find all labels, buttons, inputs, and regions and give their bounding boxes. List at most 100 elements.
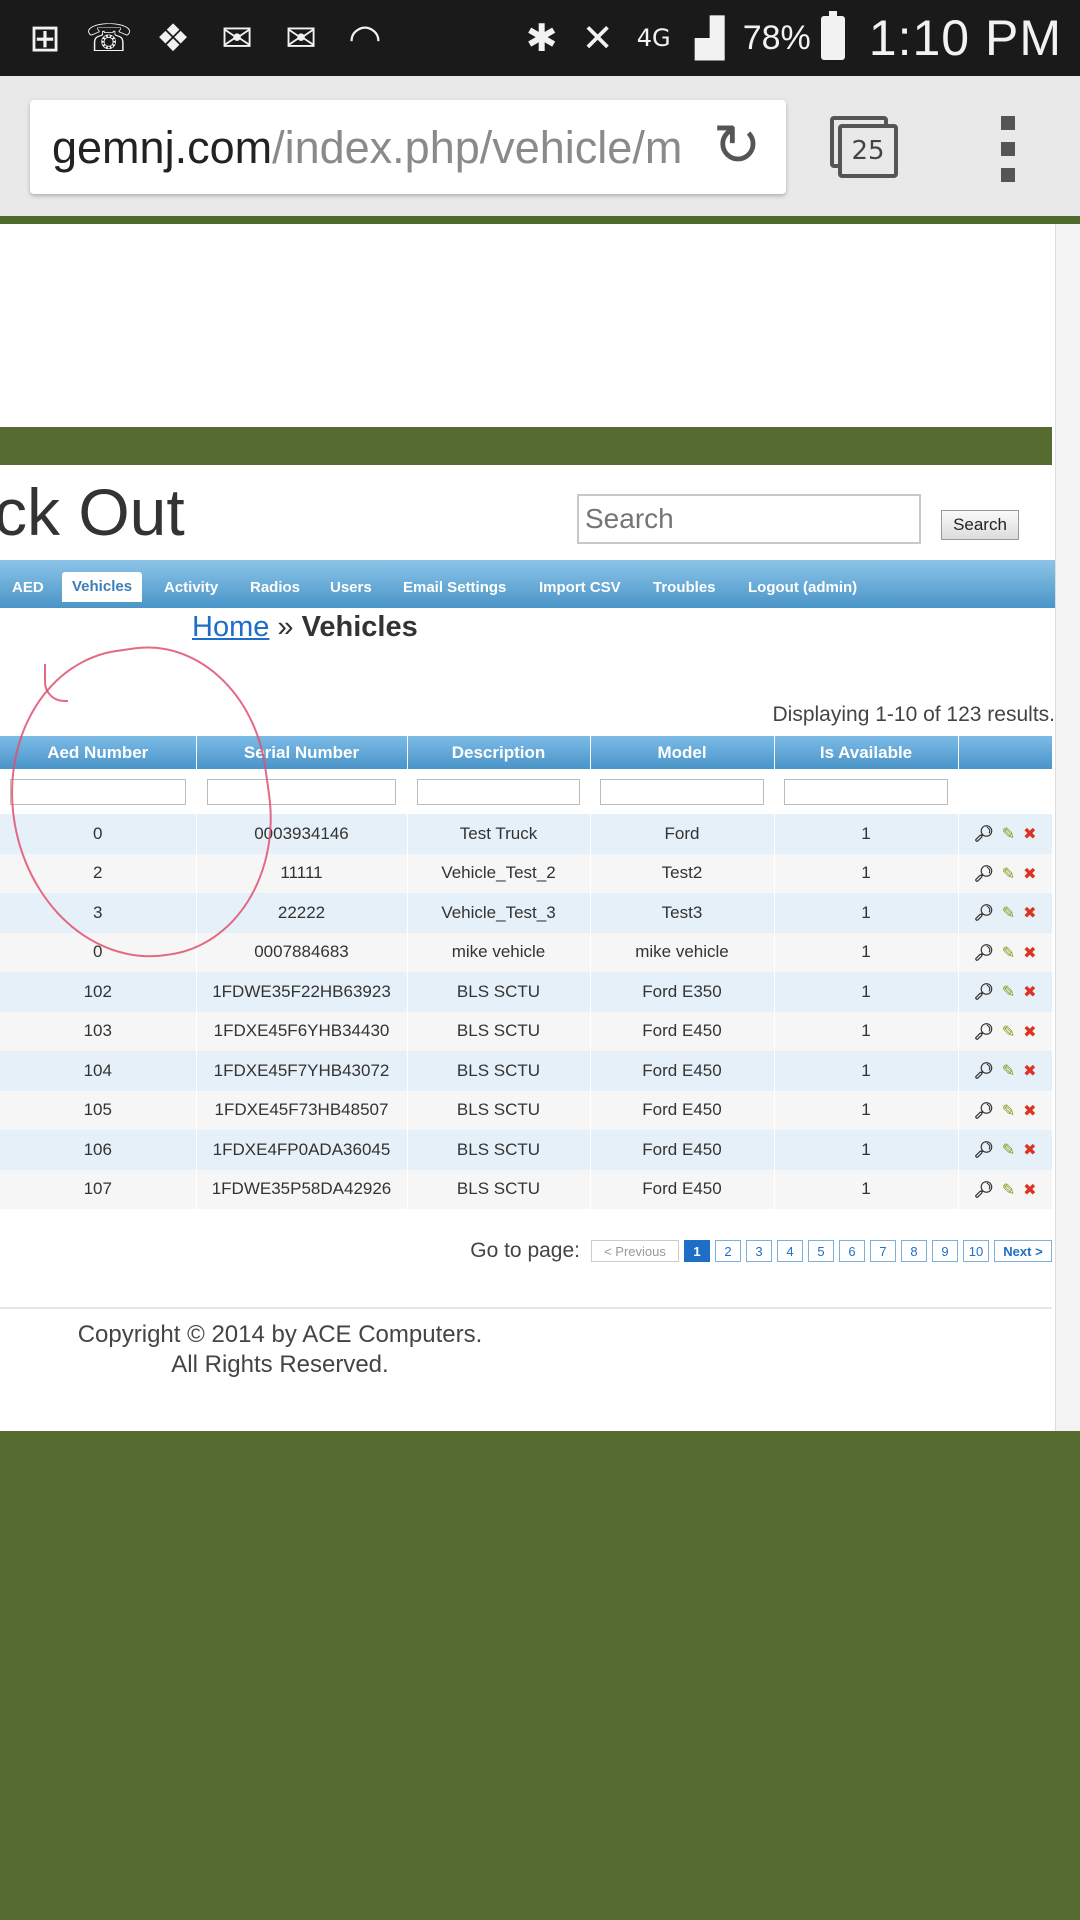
view-icon[interactable]: 🔎︎ [973, 1140, 993, 1159]
view-icon[interactable]: 🔎︎ [973, 1101, 993, 1120]
edit-pencil-icon[interactable]: ✎ [1002, 943, 1015, 962]
view-icon[interactable]: 🔎︎ [973, 1180, 993, 1199]
delete-icon[interactable]: ✖ [1023, 1061, 1036, 1080]
delete-icon[interactable]: ✖ [1023, 943, 1036, 962]
filter-model[interactable] [599, 778, 765, 805]
filter-description[interactable] [416, 778, 581, 805]
view-icon[interactable]: 🔎︎ [973, 1022, 993, 1041]
nav-aed[interactable]: AED [12, 579, 44, 596]
view-icon[interactable]: 🔎︎ [973, 903, 993, 922]
pager-page-9[interactable]: 9 [932, 1240, 958, 1262]
breadcrumb: Home » Vehicles [192, 611, 418, 644]
pager-next[interactable]: Next > [994, 1240, 1052, 1262]
row-action-group: 🔎︎ ✎ ✖ [959, 1180, 1052, 1199]
pager-page-8[interactable]: 8 [901, 1240, 927, 1262]
edit-pencil-icon[interactable]: ✎ [1002, 903, 1015, 922]
pager-label: Go to page: [470, 1239, 580, 1262]
cell-serial-number: 1FDXE45F7YHB43072 [196, 1051, 408, 1091]
pager-page-5[interactable]: 5 [808, 1240, 834, 1262]
delete-icon[interactable]: ✖ [1023, 982, 1036, 1001]
cell-aed-number: 103 [0, 1011, 197, 1051]
pager-pages: 1 2 3 4 5 6 7 8 9 10 [679, 1240, 989, 1262]
cell-model: Ford E450 [590, 1130, 775, 1170]
cell-description: Vehicle_Test_2 [407, 853, 591, 893]
header-band [0, 427, 1052, 465]
delete-icon[interactable]: ✖ [1023, 1140, 1036, 1159]
cell-model: Ford E450 [590, 1169, 775, 1209]
pager-page-3[interactable]: 3 [746, 1240, 772, 1262]
nav-activity[interactable]: Activity [164, 579, 218, 596]
breadcrumb-home-link[interactable]: Home [192, 611, 269, 643]
row-actions: 🔎︎ ✎ ✖ [958, 972, 1053, 1012]
delete-icon[interactable]: ✖ [1023, 1022, 1036, 1041]
main-nav: AED Vehicles Activity Radios Users Email… [0, 560, 1055, 608]
reload-icon[interactable]: ↻ [702, 110, 772, 180]
edit-pencil-icon[interactable]: ✎ [1002, 1061, 1015, 1080]
cell-description: BLS SCTU [407, 1051, 591, 1091]
edit-pencil-icon[interactable]: ✎ [1002, 1022, 1015, 1041]
delete-icon[interactable]: ✖ [1023, 1101, 1036, 1120]
mute-icon: ✕ [581, 16, 614, 60]
nav-import-csv[interactable]: Import CSV [539, 579, 621, 596]
pager-page-7[interactable]: 7 [870, 1240, 896, 1262]
pager-previous[interactable]: < Previous [591, 1240, 679, 1262]
url-bar[interactable]: gemnj.com/index.php/vehicle/m ↻ [30, 100, 786, 194]
view-icon[interactable]: 🔎︎ [973, 864, 993, 883]
edit-pencil-icon[interactable]: ✎ [1002, 1101, 1015, 1120]
overflow-menu-icon[interactable] [996, 116, 1020, 182]
filter-is-available[interactable] [783, 778, 949, 805]
nav-email-settings[interactable]: Email Settings [403, 579, 506, 596]
row-action-group: 🔎︎ ✎ ✖ [959, 1140, 1052, 1159]
cell-aed-number: 106 [0, 1130, 197, 1170]
page-scrollbar[interactable] [1055, 224, 1080, 1431]
col-actions [958, 736, 1053, 769]
table-row: 102 1FDWE35F22HB63923 BLS SCTU Ford E350 1 🔎︎… [0, 972, 1053, 1012]
row-action-group: 🔎︎ ✎ ✖ [959, 824, 1052, 843]
nav-troubles[interactable]: Troubles [653, 579, 716, 596]
signal-icon: ▟ [695, 16, 725, 60]
delete-icon[interactable]: ✖ [1023, 903, 1036, 922]
cell-description: BLS SCTU [407, 1169, 591, 1209]
nav-vehicles[interactable]: Vehicles [62, 572, 143, 602]
row-actions: 🔎︎ ✎ ✖ [958, 893, 1053, 933]
pager-page-10[interactable]: 10 [963, 1240, 989, 1262]
edit-pencil-icon[interactable]: ✎ [1002, 982, 1015, 1001]
delete-icon[interactable]: ✖ [1023, 864, 1036, 883]
url-domain: gemnj.com [52, 122, 273, 173]
edit-pencil-icon[interactable]: ✎ [1002, 1180, 1015, 1199]
cell-model: mike vehicle [590, 932, 775, 972]
pager-page-6[interactable]: 6 [839, 1240, 865, 1262]
col-model[interactable]: Model [590, 736, 775, 769]
view-icon[interactable]: 🔎︎ [973, 824, 993, 843]
url-text[interactable]: gemnj.com/index.php/vehicle/m [52, 122, 682, 174]
delete-icon[interactable]: ✖ [1023, 1180, 1036, 1199]
nav-users[interactable]: Users [330, 579, 372, 596]
pager-page-4[interactable]: 4 [777, 1240, 803, 1262]
toolbar-accent-line [0, 216, 1080, 224]
view-icon[interactable]: 🔎︎ [973, 943, 993, 962]
table-row: 103 1FDXE45F6YHB34430 BLS SCTU Ford E450 1 🔎︎… [0, 1011, 1053, 1051]
cell-model: Test3 [590, 893, 775, 933]
pager-page-2[interactable]: 2 [715, 1240, 741, 1262]
view-icon[interactable]: 🔎︎ [973, 1061, 993, 1080]
nav-radios[interactable]: Radios [250, 579, 300, 596]
view-icon[interactable]: 🔎︎ [973, 982, 993, 1001]
edit-pencil-icon[interactable]: ✎ [1002, 864, 1015, 883]
tabs-button[interactable]: 25 [830, 116, 898, 178]
cell-aed-number: 105 [0, 1090, 197, 1130]
edit-pencil-icon[interactable]: ✎ [1002, 824, 1015, 843]
col-description[interactable]: Description [407, 736, 591, 769]
cell-description: BLS SCTU [407, 1011, 591, 1051]
row-actions: 🔎︎ ✎ ✖ [958, 1011, 1053, 1051]
4g-lte-icon: 4G [636, 24, 671, 52]
search-button[interactable]: Search [941, 510, 1019, 540]
search-input[interactable] [577, 494, 921, 544]
pager-page-1[interactable]: 1 [684, 1240, 710, 1262]
nav-logout[interactable]: Logout (admin) [748, 579, 857, 596]
edit-pencil-icon[interactable]: ✎ [1002, 1140, 1015, 1159]
cell-is-available: 1 [774, 853, 959, 893]
cell-is-available: 1 [774, 893, 959, 933]
row-actions: 🔎︎ ✎ ✖ [958, 814, 1053, 854]
col-is-available[interactable]: Is Available [774, 736, 959, 769]
delete-icon[interactable]: ✖ [1023, 824, 1036, 843]
